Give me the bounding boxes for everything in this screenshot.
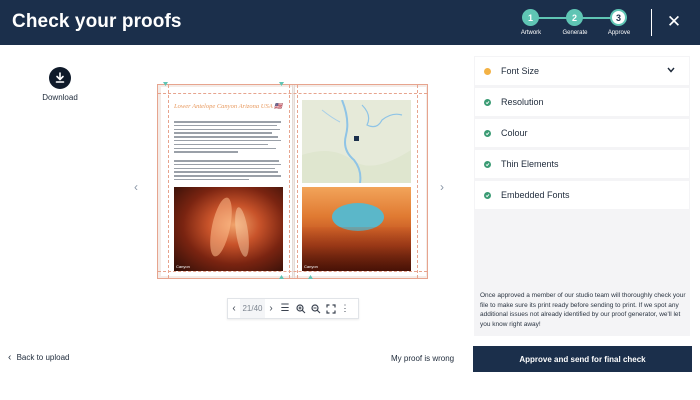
right-page: Canyon (295, 87, 426, 276)
close-icon: ✕ (666, 12, 682, 31)
viewer-toolbar: ‹ 21/40 › ☰ ⋮ (227, 298, 359, 319)
back-label: Back to upload (16, 353, 70, 362)
step-2-label: Generate (562, 30, 588, 36)
header-divider (651, 9, 652, 36)
bleed-guide (417, 85, 418, 278)
check-colour[interactable]: Colour (475, 119, 689, 147)
chevron-left-icon: ‹ (134, 180, 138, 194)
check-label: Colour (501, 128, 528, 138)
step-2-circle: 2 (566, 9, 583, 26)
download-icon (49, 67, 71, 89)
check-ok-icon (484, 160, 491, 168)
toolbar-next-page-button[interactable]: › (265, 299, 277, 318)
crop-marker-icon (279, 275, 284, 279)
bleed-guide (158, 93, 427, 94)
arch-photo: Canyon (302, 187, 411, 271)
header-bar: Check your proofs 1 2 3 Artwork Generate… (0, 0, 700, 45)
page-heading: Lower Antelope Canyon Arizona USA 🇺🇸 (174, 103, 283, 110)
chevron-left-icon: ‹ (232, 303, 236, 314)
fullscreen-icon (325, 303, 336, 314)
download-label: Download (42, 93, 78, 102)
menu-icon: ☰ (280, 303, 290, 314)
step-3-circle: 3 (610, 9, 627, 26)
crop-marker-icon (279, 82, 284, 86)
step-1-circle: 1 (522, 9, 539, 26)
step-3-label: Approve (607, 30, 631, 36)
chevron-right-icon: › (269, 303, 273, 314)
route-map (302, 100, 411, 183)
more-options-button[interactable]: ⋮ (338, 299, 352, 318)
warning-status-icon (484, 67, 491, 75)
check-thin-elements[interactable]: Thin Elements (475, 150, 689, 178)
close-button[interactable]: ✕ (664, 12, 684, 32)
approval-note: Once approved a member of our studio tea… (480, 292, 686, 328)
bleed-guide (297, 85, 298, 278)
check-font-size[interactable]: Font Size (475, 57, 689, 85)
crop-marker-icon (308, 275, 313, 279)
check-resolution[interactable]: Resolution (475, 88, 689, 116)
back-to-upload-link[interactable]: ‹ Back to upload (8, 352, 70, 363)
proof-wrong-link[interactable]: My proof is wrong (391, 354, 454, 363)
progress-stepper: 1 2 3 Artwork Generate Approve (518, 8, 640, 40)
zoom-in-icon (295, 303, 305, 313)
check-label: Resolution (501, 97, 544, 107)
body-text (174, 160, 281, 183)
fullscreen-button[interactable] (323, 299, 338, 318)
chevron-right-icon: › (440, 180, 444, 194)
bleed-guide (289, 85, 290, 278)
toolbar-prev-page-button[interactable]: ‹ (228, 299, 240, 318)
page-indicator: 21/40 (240, 299, 265, 318)
canyon-photo: Canyon (174, 187, 283, 271)
download-button[interactable]: Download (38, 67, 82, 102)
check-label: Thin Elements (501, 159, 559, 169)
photo-caption: Canyon (176, 264, 190, 269)
check-label: Embedded Fonts (501, 190, 570, 200)
proof-preview: Lower Antelope Canyon Arizona USA 🇺🇸 Can… (157, 82, 428, 279)
check-ok-icon (484, 98, 491, 106)
proof-checks-panel: Font Size Resolution Colour Thin Element… (474, 56, 690, 336)
check-ok-icon (484, 191, 491, 199)
bleed-guide (158, 271, 427, 272)
chevron-down-icon (667, 66, 675, 75)
zoom-in-button[interactable] (293, 299, 308, 318)
check-label: Font Size (501, 66, 540, 76)
photo-caption: Canyon (304, 264, 318, 269)
zoom-out-icon (310, 303, 320, 313)
page-title: Check your proofs (12, 11, 182, 32)
chevron-left-icon: ‹ (8, 352, 12, 363)
toolbar-menu-button[interactable]: ☰ (277, 299, 293, 318)
next-spread-button[interactable]: › (440, 180, 444, 194)
prev-spread-button[interactable]: ‹ (134, 180, 138, 194)
more-icon: ⋮ (340, 303, 350, 313)
step-1-label: Artwork (520, 30, 542, 36)
check-ok-icon (484, 129, 491, 137)
approve-button[interactable]: Approve and send for final check (473, 346, 692, 372)
left-page: Lower Antelope Canyon Arizona USA 🇺🇸 Can… (161, 87, 292, 276)
body-text (174, 121, 281, 155)
bleed-guide (168, 85, 169, 278)
crop-marker-icon (163, 82, 168, 86)
zoom-out-button[interactable] (308, 299, 323, 318)
check-embedded-fonts[interactable]: Embedded Fonts (475, 181, 689, 209)
